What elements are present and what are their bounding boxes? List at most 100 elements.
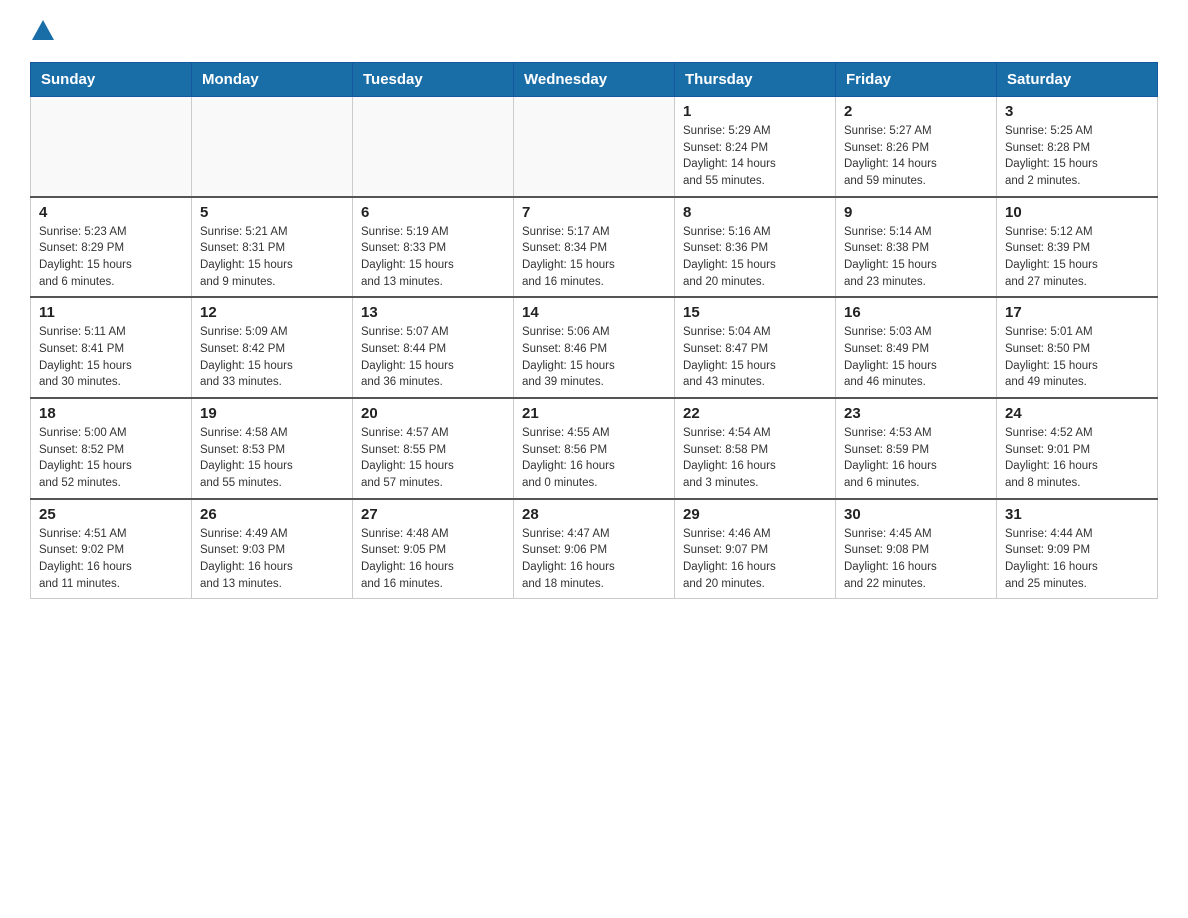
calendar-cell: 4 Sunrise: 5:23 AM Sunset: 8:29 PM Daylig… <box>31 197 192 298</box>
calendar-cell <box>31 97 192 197</box>
header-wednesday: Wednesday <box>514 63 675 97</box>
calendar-cell: 6 Sunrise: 5:19 AM Sunset: 8:33 PM Daylig… <box>353 197 514 298</box>
day-number: 1 <box>683 103 827 120</box>
day-info: Sunrise: 4:51 AM Sunset: 9:02 PM Dayligh… <box>39 526 183 593</box>
page-header <box>30 20 1158 42</box>
calendar-cell: 5 Sunrise: 5:21 AM Sunset: 8:31 PM Daylig… <box>192 197 353 298</box>
day-number: 6 <box>361 204 505 221</box>
calendar-cell: 3 Sunrise: 5:25 AM Sunset: 8:28 PM Daylig… <box>997 97 1158 197</box>
day-info: Sunrise: 5:19 AM Sunset: 8:33 PM Dayligh… <box>361 224 505 291</box>
day-info: Sunrise: 4:47 AM Sunset: 9:06 PM Dayligh… <box>522 526 666 593</box>
day-number: 16 <box>844 304 988 321</box>
day-info: Sunrise: 4:44 AM Sunset: 9:09 PM Dayligh… <box>1005 526 1149 593</box>
calendar-cell: 16 Sunrise: 5:03 AM Sunset: 8:49 PM Dayli… <box>836 297 997 398</box>
day-info: Sunrise: 5:09 AM Sunset: 8:42 PM Dayligh… <box>200 324 344 391</box>
day-number: 17 <box>1005 304 1149 321</box>
calendar-cell: 15Sunrise: 5:04 AM Sunset: 8:47 PM Dayli… <box>675 297 836 398</box>
calendar-cell: 1 Sunrise: 5:29 AM Sunset: 8:24 PM Daylig… <box>675 97 836 197</box>
calendar-cell: 21Sunrise: 4:55 AM Sunset: 8:56 PM Dayli… <box>514 398 675 499</box>
logo <box>30 20 55 42</box>
day-info: Sunrise: 5:27 AM Sunset: 8:26 PM Dayligh… <box>844 123 988 190</box>
day-number: 10 <box>1005 204 1149 221</box>
calendar-cell: 20 Sunrise: 4:57 AM Sunset: 8:55 PM Dayli… <box>353 398 514 499</box>
day-number: 27 <box>361 506 505 523</box>
calendar-header-row: SundayMondayTuesdayWednesdayThursdayFrid… <box>31 63 1158 97</box>
day-number: 26 <box>200 506 344 523</box>
calendar-cell: 12 Sunrise: 5:09 AM Sunset: 8:42 PM Dayli… <box>192 297 353 398</box>
day-number: 20 <box>361 405 505 422</box>
day-info: Sunrise: 5:01 AM Sunset: 8:50 PM Dayligh… <box>1005 324 1149 391</box>
day-info: Sunrise: 5:25 AM Sunset: 8:28 PM Dayligh… <box>1005 123 1149 190</box>
logo-triangle-icon <box>32 20 54 40</box>
day-number: 9 <box>844 204 988 221</box>
calendar-cell: 2 Sunrise: 5:27 AM Sunset: 8:26 PM Daylig… <box>836 97 997 197</box>
day-info: Sunrise: 4:54 AM Sunset: 8:58 PM Dayligh… <box>683 425 827 492</box>
day-info: Sunrise: 5:29 AM Sunset: 8:24 PM Dayligh… <box>683 123 827 190</box>
calendar-cell: 13 Sunrise: 5:07 AM Sunset: 8:44 PM Dayli… <box>353 297 514 398</box>
calendar-cell <box>353 97 514 197</box>
day-number: 5 <box>200 204 344 221</box>
day-number: 18 <box>39 405 183 422</box>
calendar-cell: 8Sunrise: 5:16 AM Sunset: 8:36 PM Daylig… <box>675 197 836 298</box>
calendar-cell: 24 Sunrise: 4:52 AM Sunset: 9:01 PM Dayli… <box>997 398 1158 499</box>
calendar-cell: 29Sunrise: 4:46 AM Sunset: 9:07 PM Dayli… <box>675 499 836 599</box>
day-info: Sunrise: 4:53 AM Sunset: 8:59 PM Dayligh… <box>844 425 988 492</box>
calendar-cell: 23Sunrise: 4:53 AM Sunset: 8:59 PM Dayli… <box>836 398 997 499</box>
day-info: Sunrise: 5:14 AM Sunset: 8:38 PM Dayligh… <box>844 224 988 291</box>
day-info: Sunrise: 5:00 AM Sunset: 8:52 PM Dayligh… <box>39 425 183 492</box>
day-info: Sunrise: 4:46 AM Sunset: 9:07 PM Dayligh… <box>683 526 827 593</box>
header-thursday: Thursday <box>675 63 836 97</box>
day-info: Sunrise: 5:03 AM Sunset: 8:49 PM Dayligh… <box>844 324 988 391</box>
day-number: 24 <box>1005 405 1149 422</box>
calendar-cell: 31 Sunrise: 4:44 AM Sunset: 9:09 PM Dayli… <box>997 499 1158 599</box>
day-number: 7 <box>522 204 666 221</box>
day-info: Sunrise: 5:12 AM Sunset: 8:39 PM Dayligh… <box>1005 224 1149 291</box>
day-number: 28 <box>522 506 666 523</box>
calendar-week-row: 25 Sunrise: 4:51 AM Sunset: 9:02 PM Dayli… <box>31 499 1158 599</box>
calendar-table: SundayMondayTuesdayWednesdayThursdayFrid… <box>30 62 1158 599</box>
calendar-cell <box>514 97 675 197</box>
calendar-week-row: 4 Sunrise: 5:23 AM Sunset: 8:29 PM Daylig… <box>31 197 1158 298</box>
day-number: 25 <box>39 506 183 523</box>
day-info: Sunrise: 4:58 AM Sunset: 8:53 PM Dayligh… <box>200 425 344 492</box>
day-number: 13 <box>361 304 505 321</box>
day-info: Sunrise: 4:57 AM Sunset: 8:55 PM Dayligh… <box>361 425 505 492</box>
day-info: Sunrise: 4:52 AM Sunset: 9:01 PM Dayligh… <box>1005 425 1149 492</box>
day-info: Sunrise: 5:11 AM Sunset: 8:41 PM Dayligh… <box>39 324 183 391</box>
day-info: Sunrise: 5:07 AM Sunset: 8:44 PM Dayligh… <box>361 324 505 391</box>
day-info: Sunrise: 4:48 AM Sunset: 9:05 PM Dayligh… <box>361 526 505 593</box>
day-number: 2 <box>844 103 988 120</box>
calendar-cell: 25 Sunrise: 4:51 AM Sunset: 9:02 PM Dayli… <box>31 499 192 599</box>
calendar-cell: 7 Sunrise: 5:17 AM Sunset: 8:34 PM Daylig… <box>514 197 675 298</box>
calendar-cell: 11 Sunrise: 5:11 AM Sunset: 8:41 PM Dayli… <box>31 297 192 398</box>
header-monday: Monday <box>192 63 353 97</box>
day-info: Sunrise: 5:21 AM Sunset: 8:31 PM Dayligh… <box>200 224 344 291</box>
calendar-cell: 22Sunrise: 4:54 AM Sunset: 8:58 PM Dayli… <box>675 398 836 499</box>
calendar-cell: 27 Sunrise: 4:48 AM Sunset: 9:05 PM Dayli… <box>353 499 514 599</box>
header-friday: Friday <box>836 63 997 97</box>
calendar-cell: 26 Sunrise: 4:49 AM Sunset: 9:03 PM Dayli… <box>192 499 353 599</box>
day-info: Sunrise: 4:49 AM Sunset: 9:03 PM Dayligh… <box>200 526 344 593</box>
calendar-cell: 28 Sunrise: 4:47 AM Sunset: 9:06 PM Dayli… <box>514 499 675 599</box>
day-info: Sunrise: 5:23 AM Sunset: 8:29 PM Dayligh… <box>39 224 183 291</box>
calendar-cell: 14Sunrise: 5:06 AM Sunset: 8:46 PM Dayli… <box>514 297 675 398</box>
header-sunday: Sunday <box>31 63 192 97</box>
calendar-cell: 9 Sunrise: 5:14 AM Sunset: 8:38 PM Daylig… <box>836 197 997 298</box>
day-number: 12 <box>200 304 344 321</box>
day-info: Sunrise: 5:17 AM Sunset: 8:34 PM Dayligh… <box>522 224 666 291</box>
calendar-cell: 30Sunrise: 4:45 AM Sunset: 9:08 PM Dayli… <box>836 499 997 599</box>
day-info: Sunrise: 5:04 AM Sunset: 8:47 PM Dayligh… <box>683 324 827 391</box>
day-number: 4 <box>39 204 183 221</box>
day-number: 3 <box>1005 103 1149 120</box>
calendar-cell: 19 Sunrise: 4:58 AM Sunset: 8:53 PM Dayli… <box>192 398 353 499</box>
calendar-cell: 18 Sunrise: 5:00 AM Sunset: 8:52 PM Dayli… <box>31 398 192 499</box>
calendar-week-row: 1 Sunrise: 5:29 AM Sunset: 8:24 PM Daylig… <box>31 97 1158 197</box>
day-number: 11 <box>39 304 183 321</box>
day-number: 30 <box>844 506 988 523</box>
day-number: 21 <box>522 405 666 422</box>
calendar-week-row: 11 Sunrise: 5:11 AM Sunset: 8:41 PM Dayli… <box>31 297 1158 398</box>
calendar-cell: 10 Sunrise: 5:12 AM Sunset: 8:39 PM Dayli… <box>997 197 1158 298</box>
day-number: 14 <box>522 304 666 321</box>
day-number: 31 <box>1005 506 1149 523</box>
day-number: 19 <box>200 405 344 422</box>
